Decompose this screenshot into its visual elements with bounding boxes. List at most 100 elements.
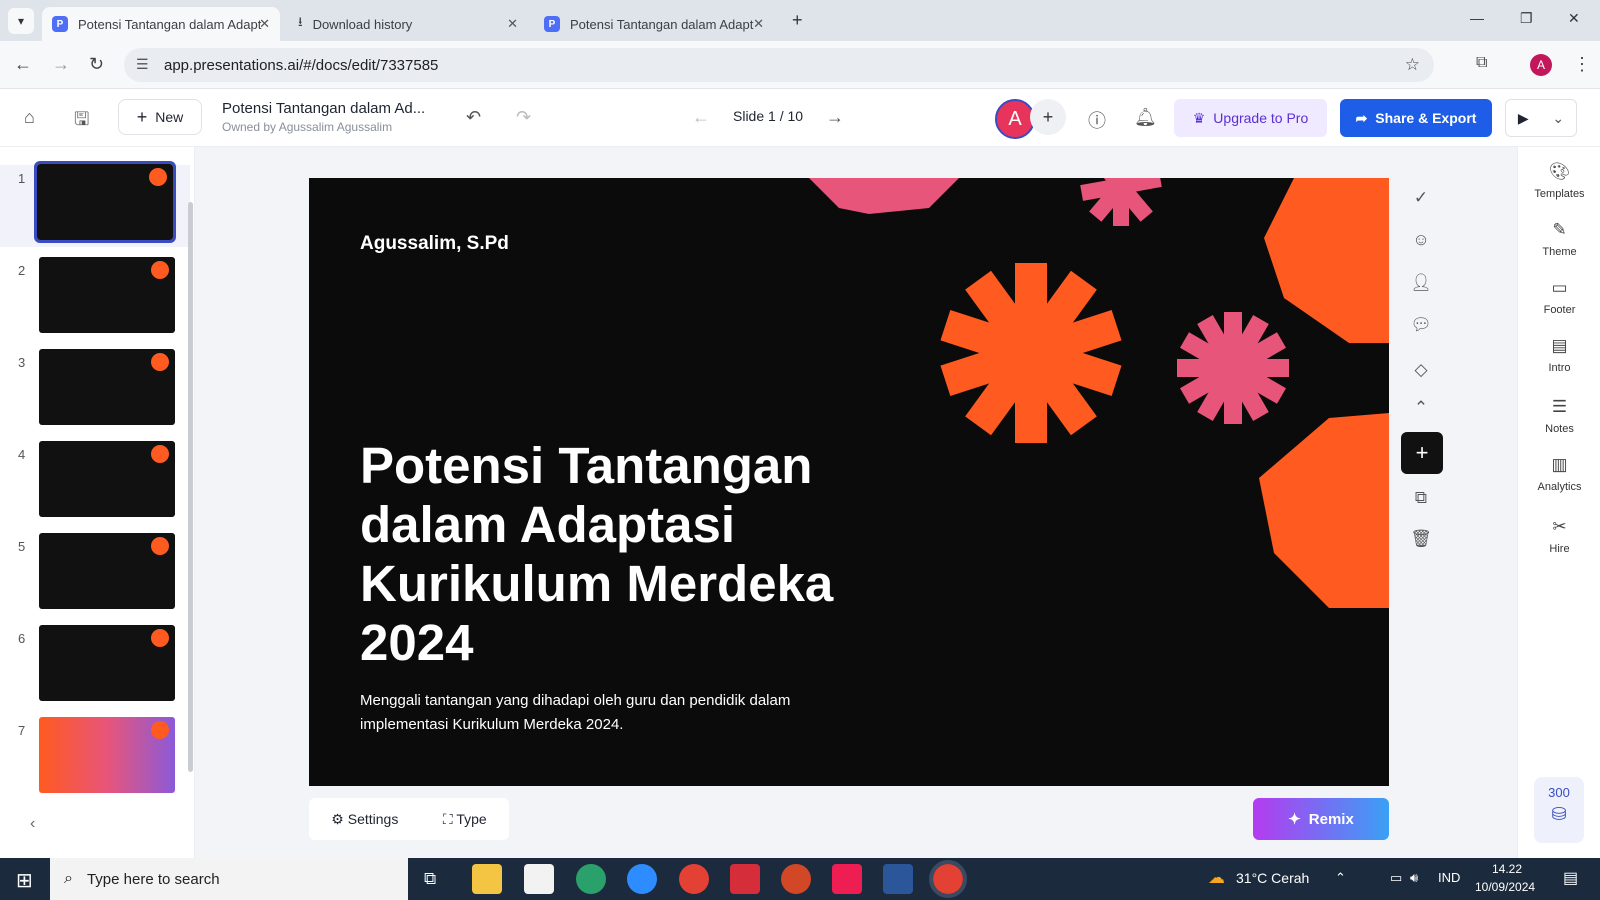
- next-slide-icon[interactable]: →: [826, 107, 844, 128]
- thumbnail-row[interactable]: 4: [0, 441, 190, 523]
- notifications-icon[interactable]: ▤: [1563, 868, 1578, 888]
- chevron-down-icon[interactable]: ⌄: [1552, 110, 1564, 127]
- thumbnail-row[interactable]: 1: [0, 161, 190, 247]
- language-indicator[interactable]: IND: [1438, 870, 1460, 885]
- address-bar[interactable]: ☰ app.presentations.ai/#/docs/edit/73375…: [124, 48, 1434, 82]
- browser-tab-2[interactable]: ⭳ Download history ✕: [288, 7, 528, 41]
- slide-thumbnail[interactable]: [39, 717, 175, 793]
- templates-button[interactable]: 🎨︎ Templates: [1518, 162, 1600, 200]
- volume-icon[interactable]: 🔊︎: [1410, 870, 1418, 886]
- notification-bell-icon[interactable]: 🔔︎: [1134, 107, 1157, 128]
- weather-text[interactable]: 31°C Cerah: [1236, 870, 1309, 886]
- add-slide-button[interactable]: +: [1401, 432, 1443, 474]
- thumbnail-row[interactable]: 7: [0, 717, 190, 799]
- new-button[interactable]: + New: [118, 99, 202, 135]
- thumbnail-row[interactable]: 5: [0, 533, 190, 615]
- browser-tab-1[interactable]: P Potensi Tantangan dalam Adapt ✕: [42, 7, 280, 41]
- slide-author[interactable]: Agussalim, S.Pd: [360, 233, 509, 255]
- thumbnail-row[interactable]: 3: [0, 349, 190, 431]
- windows-start-icon[interactable]: ⊞: [16, 868, 33, 893]
- layout-icon: ⛶: [442, 810, 457, 827]
- previous-slide-icon[interactable]: ←: [692, 107, 710, 128]
- avatar[interactable]: A: [995, 99, 1035, 139]
- remix-button[interactable]: ✦ Remix: [1253, 798, 1389, 840]
- hire-button[interactable]: ✂ Hire: [1518, 517, 1600, 555]
- slide-thumbnail[interactable]: [39, 533, 175, 609]
- slide-thumbnail[interactable]: [39, 349, 175, 425]
- add-user-icon[interactable]: 👤︎: [1401, 263, 1441, 303]
- edge-icon[interactable]: [576, 864, 606, 894]
- help-icon[interactable]: ⓘ: [1088, 107, 1106, 133]
- close-window-icon[interactable]: ✕: [1568, 10, 1580, 27]
- redo-icon[interactable]: ↷: [516, 107, 531, 128]
- media-player-icon[interactable]: [730, 864, 760, 894]
- chrome-icon[interactable]: [679, 864, 709, 894]
- close-tab-icon[interactable]: ✕: [507, 16, 518, 32]
- theme-button[interactable]: ✎ Theme: [1518, 220, 1600, 258]
- credits-count: 300: [1548, 785, 1570, 800]
- close-tab-icon[interactable]: ✕: [259, 16, 270, 32]
- duplicate-icon[interactable]: ⧉: [1401, 478, 1441, 518]
- notes-button[interactable]: ☰ Notes: [1518, 397, 1600, 435]
- slide-subtitle[interactable]: Menggali tantangan yang dihadapi oleh gu…: [360, 689, 860, 737]
- forward-icon[interactable]: →: [52, 54, 70, 75]
- slide-thumbnail[interactable]: [39, 257, 175, 333]
- chrome-active-icon[interactable]: [929, 860, 967, 898]
- site-info-icon[interactable]: ☰: [136, 56, 149, 73]
- comment-icon[interactable]: 💬︎: [1401, 305, 1441, 345]
- taskbar-search-input[interactable]: ⌕ Type here to search: [50, 858, 408, 900]
- task-view-icon[interactable]: ⧉: [424, 869, 436, 889]
- document-owner: Owned by Agussalim Agussalim: [222, 120, 393, 134]
- document-title[interactable]: Potensi Tantangan dalam Ad...: [222, 100, 425, 117]
- browser-tab-3[interactable]: P Potensi Tantangan dalam Adapt ✕: [534, 7, 774, 41]
- network-icon[interactable]: ▭: [1390, 870, 1402, 886]
- shapes-icon[interactable]: ◇: [1401, 350, 1441, 390]
- restore-icon[interactable]: ❐: [1520, 10, 1533, 27]
- settings-button[interactable]: ⚙ Settings: [331, 811, 398, 828]
- word-icon[interactable]: [883, 864, 913, 894]
- add-collaborator-button[interactable]: +: [1030, 99, 1066, 135]
- bookmark-star-icon[interactable]: ☆: [1405, 55, 1420, 75]
- analytics-button[interactable]: ▥ Analytics: [1518, 455, 1600, 493]
- type-button[interactable]: ⛶ Type: [443, 811, 487, 828]
- home-icon[interactable]: ⌂: [24, 107, 35, 128]
- slide-thumbnail[interactable]: [39, 441, 175, 517]
- close-tab-icon[interactable]: ✕: [753, 16, 764, 32]
- check-icon[interactable]: ✓: [1401, 178, 1441, 218]
- extensions-icon[interactable]: ⧉: [1476, 54, 1487, 72]
- profile-avatar-icon[interactable]: A: [1530, 54, 1552, 76]
- reload-icon[interactable]: ↻: [89, 54, 104, 75]
- thumbnail-row[interactable]: 2: [0, 257, 190, 339]
- tray-chevron-up-icon[interactable]: ⌃: [1335, 870, 1346, 886]
- thumbnail-scrollbar[interactable]: [188, 202, 193, 772]
- share-export-button[interactable]: ➦ Share & Export: [1340, 99, 1492, 137]
- zoom-icon[interactable]: [627, 864, 657, 894]
- slide-preview[interactable]: Agussalim, S.Pd Potensi Tantangan dalam …: [309, 178, 1389, 786]
- powerpoint-icon[interactable]: [781, 864, 811, 894]
- delete-icon[interactable]: 🗑︎: [1401, 519, 1441, 559]
- clock-date[interactable]: 10/09/2024: [1475, 880, 1535, 894]
- present-button[interactable]: ▶ ⌄: [1505, 99, 1577, 137]
- collapse-panel-icon[interactable]: ‹: [30, 815, 35, 833]
- slide-title[interactable]: Potensi Tantangan dalam Adaptasi Kurikul…: [360, 436, 880, 672]
- browser-menu-icon[interactable]: ⋮: [1573, 54, 1591, 75]
- slide-thumbnail[interactable]: [34, 161, 176, 243]
- intro-button[interactable]: ▤ Intro: [1518, 336, 1600, 374]
- emoji-icon[interactable]: ☺: [1401, 220, 1441, 260]
- slide-thumbnail[interactable]: [39, 625, 175, 701]
- credits-badge[interactable]: 300 ⛁: [1534, 777, 1584, 843]
- chevron-up-icon[interactable]: ⌃: [1401, 388, 1441, 428]
- store-icon[interactable]: [524, 864, 554, 894]
- tiktok-icon[interactable]: [832, 864, 862, 894]
- file-explorer-icon[interactable]: [472, 864, 502, 894]
- thumbnail-row[interactable]: 6: [0, 625, 190, 707]
- new-tab-button[interactable]: +: [792, 10, 803, 31]
- tab-search-dropdown-icon[interactable]: ▾: [8, 8, 34, 34]
- minimize-icon[interactable]: —: [1470, 10, 1484, 26]
- clock-time[interactable]: 14.22: [1492, 862, 1522, 876]
- undo-icon[interactable]: ↶: [466, 107, 481, 128]
- back-icon[interactable]: ←: [14, 54, 32, 75]
- upgrade-to-pro-button[interactable]: ♛ Upgrade to Pro: [1174, 99, 1327, 137]
- save-icon[interactable]: 🖫: [74, 107, 89, 137]
- footer-button[interactable]: ▭ Footer: [1518, 278, 1600, 316]
